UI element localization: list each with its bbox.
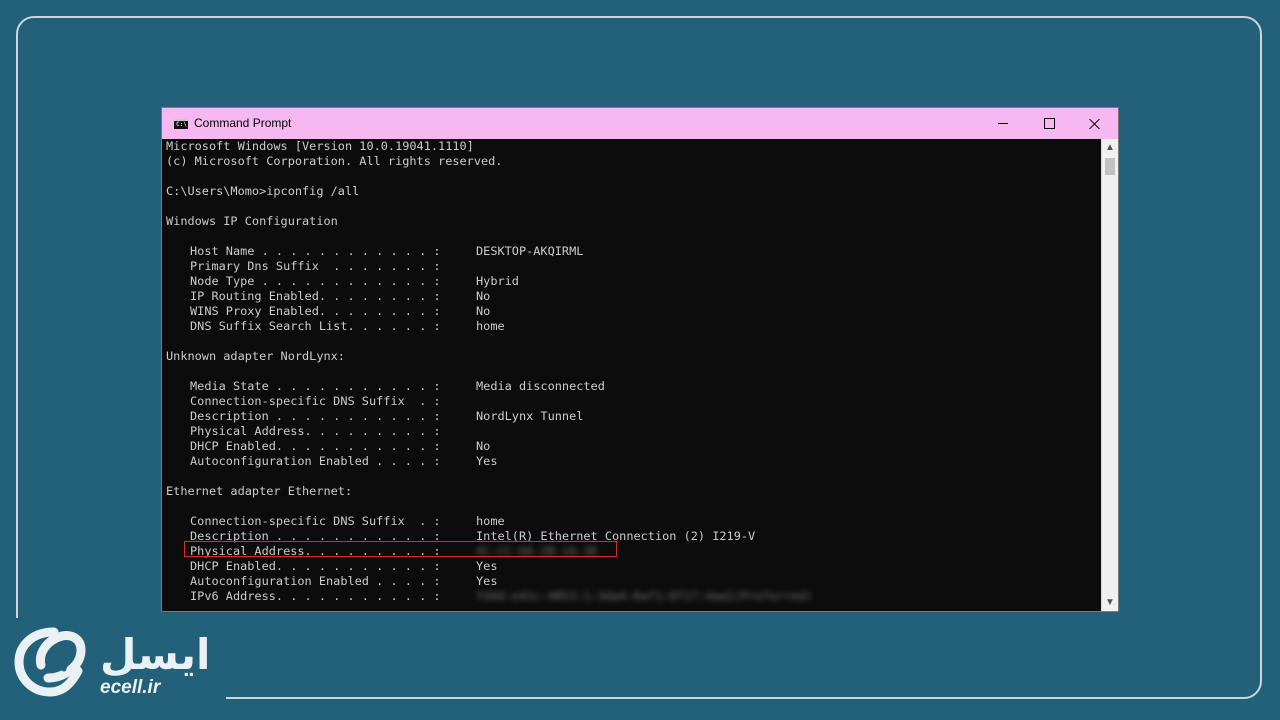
physical-address-highlight — [184, 541, 617, 557]
config-value: No — [476, 289, 491, 303]
console-line: Microsoft Windows [Version 10.0.19041.11… — [166, 139, 474, 153]
adapter-label: Connection-specific DNS Suffix . : — [190, 514, 441, 528]
adapter-value: Yes — [476, 559, 498, 573]
section-heading: Windows IP Configuration — [166, 214, 338, 228]
console-line: (c) Microsoft Corporation. All rights re… — [166, 154, 503, 168]
scroll-thumb[interactable] — [1105, 158, 1115, 175]
adapter-value: NordLynx Tunnel — [476, 409, 584, 423]
config-label: IP Routing Enabled. . . . . . . . : — [190, 289, 441, 303]
ecell-logo-icon — [14, 627, 86, 697]
logo-url-text: ecell.ir — [100, 677, 161, 698]
adapter-label: Description . . . . . . . . . . . : — [190, 409, 441, 423]
command-line: C:\Users\Momo>ipconfig /all — [166, 184, 360, 198]
adapter-label: Autoconfiguration Enabled . . . . : — [190, 454, 441, 468]
adapter-label: DHCP Enabled. . . . . . . . . . . : — [190, 559, 441, 573]
adapter-label: Connection-specific DNS Suffix . : — [190, 394, 441, 408]
scroll-up-icon[interactable]: ▲ — [1102, 139, 1118, 156]
config-label: WINS Proxy Enabled. . . . . . . . : — [190, 304, 441, 318]
ecell-logo: ایسل ecell.ir — [14, 626, 229, 704]
config-label: Host Name . . . . . . . . . . . . : — [190, 244, 441, 258]
close-icon — [1089, 118, 1101, 130]
adapter-value: Media disconnected — [476, 379, 605, 393]
config-label: Primary Dns Suffix . . . . . . . : — [190, 259, 441, 273]
config-label: DNS Suffix Search List. . . . . . : — [190, 319, 441, 333]
minimize-icon — [998, 123, 1008, 124]
config-value: home — [476, 319, 505, 333]
adapter-label: Physical Address. . . . . . . . . : — [190, 424, 441, 438]
close-button[interactable] — [1072, 108, 1118, 139]
cmd-icon-text: C:\ — [176, 121, 187, 128]
minimize-button[interactable] — [980, 108, 1026, 139]
adapter-heading: Ethernet adapter Ethernet: — [166, 484, 353, 498]
maximize-icon — [1043, 118, 1055, 129]
adapter-value: No — [476, 439, 491, 453]
window-title: Command Prompt — [194, 116, 292, 130]
maximize-button[interactable] — [1026, 108, 1072, 139]
config-value: Hybrid — [476, 274, 519, 288]
adapter-label: Autoconfiguration Enabled . . . . : — [190, 574, 441, 588]
scroll-down-icon[interactable]: ▼ — [1102, 594, 1118, 611]
ipv6-address-value: fd4d:e41c:4853:1:3da4:6af1:8f17:4aa1(Pre… — [476, 589, 813, 603]
command-prompt-window[interactable]: C:\ Command Prompt Microsoft Windows [Ve… — [161, 107, 1119, 612]
config-label: Node Type . . . . . . . . . . . . : — [190, 274, 441, 288]
adapter-label: IPv6 Address. . . . . . . . . . . : — [190, 589, 441, 603]
adapter-value: Yes — [476, 574, 498, 588]
adapter-label: DHCP Enabled. . . . . . . . . . . : — [190, 439, 441, 453]
adapter-label: Media State . . . . . . . . . . . : — [190, 379, 441, 393]
adapter-value: home — [476, 514, 505, 528]
adapter-heading: Unknown adapter NordLynx: — [166, 349, 345, 363]
vertical-scrollbar[interactable]: ▲ ▼ — [1101, 139, 1118, 611]
adapter-value: Yes — [476, 454, 498, 468]
cmd-icon: C:\ — [174, 119, 188, 129]
config-value: DESKTOP-AKQIRML — [476, 244, 584, 258]
config-value: No — [476, 304, 491, 318]
title-bar[interactable]: C:\ Command Prompt — [162, 108, 1118, 139]
